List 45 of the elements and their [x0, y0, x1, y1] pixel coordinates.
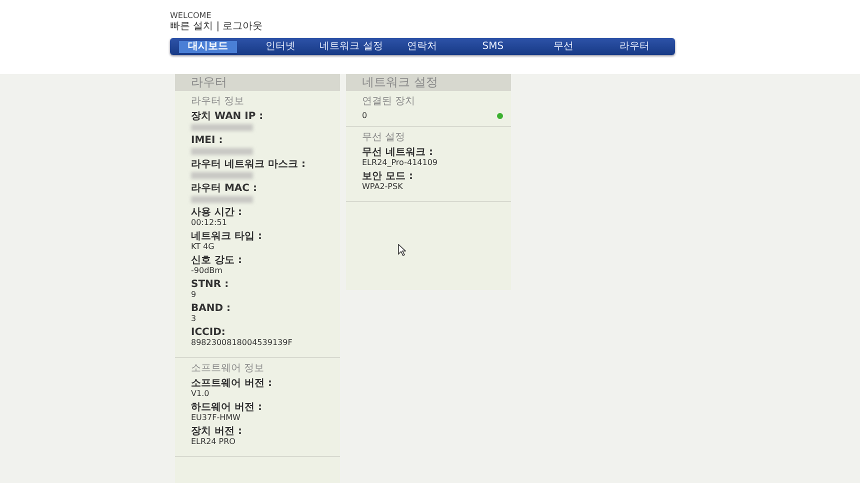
- field-label: 장치 WAN IP :: [191, 111, 264, 122]
- field-value: V1.0: [191, 389, 210, 398]
- field-label: 라우터 네트워크 마스크 :: [191, 159, 306, 170]
- field-value: 8982300818004539139F: [191, 338, 294, 347]
- field-label: IMEI :: [191, 135, 224, 146]
- welcome-text: WELCOME: [170, 11, 212, 21]
- field-label: STNR :: [191, 279, 230, 290]
- section-title: 라우터 정보: [191, 95, 246, 108]
- field-value: ELR24_Pro-414109: [362, 158, 439, 167]
- section-title: 연결된 장치: [362, 95, 416, 108]
- field-label: 신호 강도 :: [191, 255, 243, 266]
- header-link[interactable]: 빠른 설치: [170, 21, 214, 33]
- field-value: -90dBm: [191, 266, 224, 275]
- field-value: WPA2-PSK: [362, 182, 404, 191]
- field-label: 장치 버전 :: [191, 426, 243, 437]
- device-count: 0: [362, 111, 368, 120]
- field-label: 사용 시간 :: [191, 207, 243, 218]
- panel-title: 라우터: [175, 74, 340, 91]
- section-title: 소프트웨어 정보: [191, 362, 266, 375]
- nav-tab[interactable]: SMS: [457, 40, 528, 52]
- section-title: 무선 설정: [362, 131, 406, 144]
- nav-tab[interactable]: 라우터: [599, 40, 670, 52]
- field-value: 00:12:51: [191, 218, 228, 227]
- field-value: EU37F-HMW: [191, 413, 242, 422]
- field-value: ELR24 PRO: [191, 437, 236, 446]
- mouse-pointer-icon: [398, 244, 406, 256]
- nav-tab[interactable]: 대시보드: [179, 40, 237, 52]
- nav-tab[interactable]: 인터넷: [245, 40, 316, 52]
- field-label: BAND :: [191, 303, 232, 314]
- field-value: 3: [191, 314, 198, 323]
- field-label: 하드웨어 버전 :: [191, 402, 263, 413]
- header-link[interactable]: 로그아웃: [222, 21, 263, 33]
- panel-title: 네트워크 설정: [346, 74, 511, 91]
- field-label: 네트워크 타입 :: [191, 231, 263, 242]
- field-label: ICCID:: [191, 327, 226, 338]
- field-label: 무선 네트워크 :: [362, 147, 434, 158]
- field-label: 소프트웨어 버전 :: [191, 378, 273, 389]
- field-value: 9: [191, 290, 198, 299]
- nav-tab[interactable]: 무선: [528, 40, 600, 52]
- field-value: KT 4G: [191, 242, 216, 251]
- field-label: 라우터 MAC :: [191, 183, 258, 194]
- nav-tab[interactable]: 네트워크 설정: [316, 40, 387, 52]
- field-label: 보안 모드 :: [362, 171, 414, 182]
- separator: |: [216, 21, 220, 33]
- nav-tab[interactable]: 연락처: [386, 40, 458, 52]
